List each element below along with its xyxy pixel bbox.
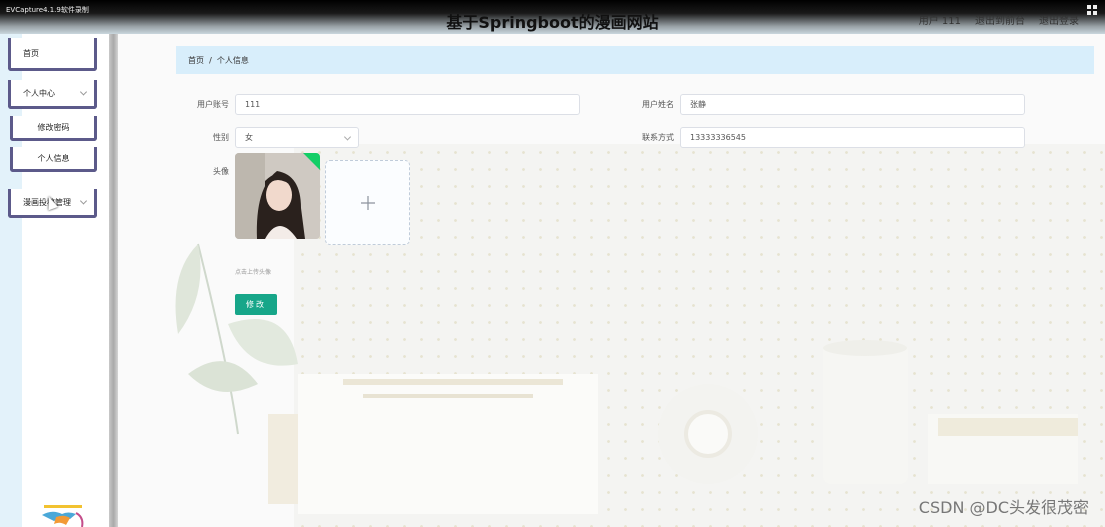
sidebar-item-label: 修改密码: [37, 122, 70, 132]
avatar-photo: [235, 153, 320, 239]
breadcrumb-separator: /: [209, 55, 212, 65]
account-label: 用户账号: [197, 100, 229, 109]
chevron-down-icon: [79, 88, 88, 96]
upload-avatar-button[interactable]: [325, 160, 410, 245]
sidebar-item-label: 个人信息: [37, 153, 70, 163]
watermark: CSDN @DC头发很茂密: [918, 498, 1089, 517]
sidebar-item-change-password[interactable]: 修改密码: [10, 116, 97, 141]
gender-value: 女: [245, 133, 253, 142]
sidebar-item-label: 个人中心: [23, 88, 55, 98]
account-field[interactable]: 111: [235, 94, 580, 115]
name-label: 用户姓名: [642, 100, 674, 109]
breadcrumb-current: 个人信息: [216, 55, 249, 65]
sidebar-scroll-rail[interactable]: [109, 34, 118, 527]
breadcrumb: 首页 / 个人信息: [176, 46, 1094, 74]
avatar-label: 头像: [213, 167, 229, 176]
upload-hint: 点击上传头像: [235, 269, 272, 276]
avatar[interactable]: [235, 153, 320, 239]
name-field[interactable]: 张静: [680, 94, 1025, 115]
modify-button[interactable]: 修改: [235, 294, 277, 315]
sidebar-logo: [42, 505, 84, 527]
phone-label: 联系方式: [642, 133, 674, 142]
main-content: 首页 / 个人信息 用户账号 111 用户姓名 张静 性别 女 联系方式 133…: [118, 34, 1105, 527]
sidebar-item-home[interactable]: 首页: [8, 38, 97, 71]
logout-link[interactable]: 退出登录: [1039, 12, 1079, 27]
chevron-down-icon: [79, 197, 88, 205]
chevron-down-icon: [343, 132, 352, 141]
phone-field[interactable]: 13333336545: [680, 127, 1025, 148]
user-label[interactable]: 用户 111: [919, 12, 961, 27]
sidebar-item-personal-info[interactable]: 个人信息: [10, 147, 97, 172]
gender-label: 性别: [213, 133, 229, 142]
top-links: 用户 111 退出到前台 退出登录: [919, 12, 1079, 27]
breadcrumb-home[interactable]: 首页: [188, 55, 204, 66]
top-header: EVCapture4.1.9软件录制 基于Springboot的漫画网站 用户 …: [0, 0, 1105, 38]
gender-select[interactable]: 女: [235, 127, 359, 148]
plus-icon: [360, 195, 375, 210]
exit-to-front-link[interactable]: 退出到前台: [975, 12, 1025, 27]
sidebar-item-personal-center[interactable]: 个人中心: [8, 80, 97, 109]
sidebar-item-label: 首页: [23, 48, 39, 58]
